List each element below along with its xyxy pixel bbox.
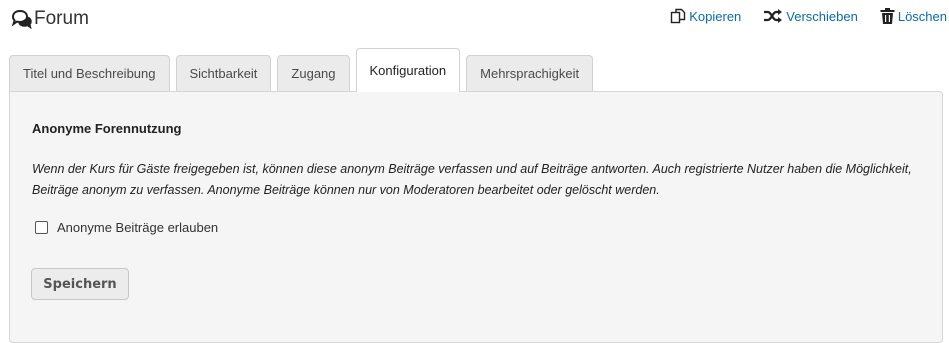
- configuration-panel: Anonyme Forennutzung Wenn der Kurs für G…: [9, 91, 943, 343]
- shuffle-icon: [764, 9, 783, 23]
- delete-button-label: Löschen: [897, 8, 947, 24]
- move-button[interactable]: Verschieben: [763, 8, 858, 24]
- anonymous-posts-label: Anonyme Beiträge erlauben: [57, 220, 219, 235]
- save-button[interactable]: Speichern: [31, 268, 129, 300]
- section-title: Anonyme Forennutzung: [32, 121, 182, 136]
- move-button-label: Verschieben: [786, 8, 858, 24]
- page-header: Forum Kopieren Verschieben Löschen: [0, 0, 949, 46]
- anonymous-posts-checkbox[interactable]: [35, 221, 48, 234]
- page-title-text: Forum: [34, 8, 89, 29]
- tab-configuration[interactable]: Konfiguration: [355, 48, 461, 92]
- delete-button[interactable]: Löschen: [880, 8, 947, 24]
- section-description: Wenn der Kurs für Gäste freigegeben ist,…: [32, 162, 912, 197]
- tab-title-description[interactable]: Titel und Beschreibung: [9, 55, 170, 91]
- anonymous-posts-option[interactable]: Anonyme Beiträge erlauben: [35, 220, 218, 235]
- header-actions: Kopieren Verschieben Löschen: [670, 8, 947, 24]
- copy-icon: [671, 8, 686, 24]
- page-title: Forum: [10, 8, 89, 30]
- trash-icon: [880, 8, 895, 24]
- tab-visibility[interactable]: Sichtbarkeit: [175, 55, 272, 91]
- tab-access[interactable]: Zugang: [277, 55, 350, 91]
- tab-multilingual[interactable]: Mehrsprachigkeit: [466, 55, 594, 91]
- copy-button[interactable]: Kopieren: [670, 8, 741, 24]
- forum-icon: [11, 9, 32, 29]
- tab-bar: Titel und Beschreibung Sichtbarkeit Zuga…: [9, 48, 599, 92]
- copy-button-label: Kopieren: [689, 8, 742, 24]
